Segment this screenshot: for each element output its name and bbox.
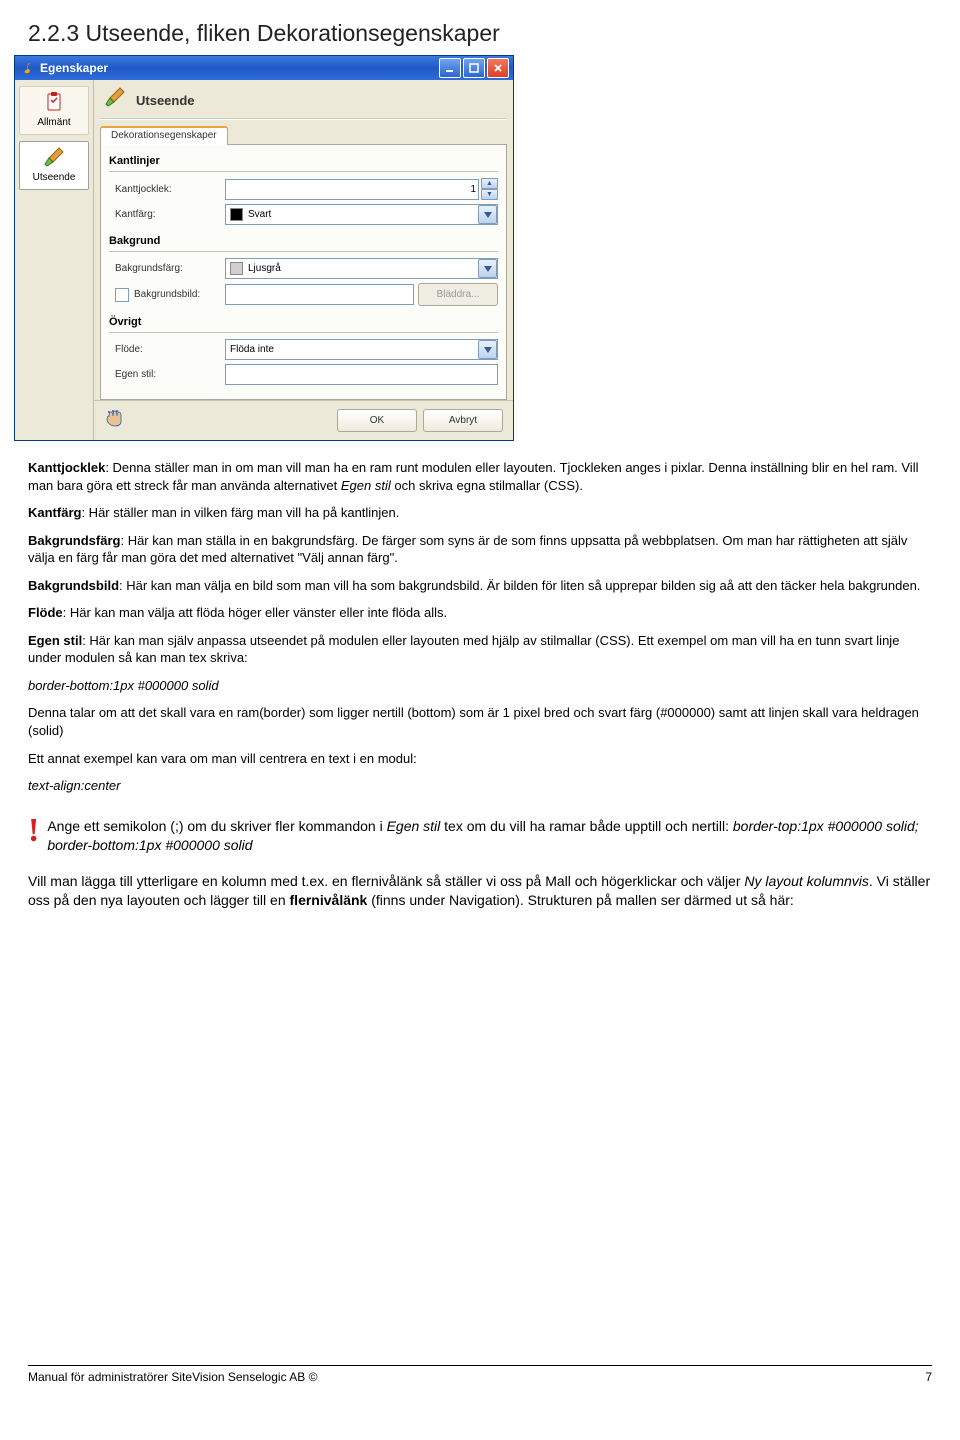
window-title: Egenskaper — [40, 61, 439, 75]
kantfarg-value: Svart — [248, 209, 271, 220]
properties-dialog: Egenskaper Allmänt Utsee — [14, 55, 514, 441]
term-kantfarg: Kantfärg — [28, 505, 81, 520]
titlebar[interactable]: Egenskaper — [15, 56, 513, 80]
paintbrush-icon — [102, 86, 128, 114]
text: (finns under Navigation). Strukturen på … — [367, 892, 793, 908]
exclamation-icon: ! — [28, 817, 39, 846]
fieldset-kantlinjer: Kantlinjer — [109, 155, 498, 167]
browse-button[interactable]: Bläddra... — [418, 283, 498, 306]
sidebar-item-allmant[interactable]: Allmänt — [19, 86, 89, 135]
term-bakgrundsbild: Bakgrundsbild — [28, 578, 119, 593]
sidebar-item-utseende[interactable]: Utseende — [19, 141, 89, 190]
page-number: 7 — [925, 1370, 932, 1384]
flode-select[interactable]: Flöda inte — [225, 339, 498, 360]
sidebar-item-label: Utseende — [33, 172, 76, 183]
kanttjocklek-value: 1 — [470, 184, 476, 195]
label-bakgrundsbild: Bakgrundsbild: — [134, 289, 200, 300]
code-example-2: text-align:center — [28, 778, 121, 793]
term-egenstil: Egen stil — [28, 633, 82, 648]
color-swatch-icon — [230, 262, 243, 275]
java-icon — [21, 61, 35, 75]
label-egenstil: Egen stil: — [109, 369, 225, 380]
text: : Här kan man välja en bild som man vill… — [119, 578, 920, 593]
tab-panel: Kantlinjer Kanttjocklek: 1 ▲ ▼ Kantfär — [100, 144, 507, 400]
kanttjocklek-input[interactable]: 1 — [225, 179, 479, 200]
close-button[interactable] — [487, 58, 509, 78]
label-flode: Flöde: — [109, 344, 225, 355]
term-ny-layout: Ny layout kolumnvis — [744, 873, 869, 889]
ok-button[interactable]: OK — [337, 409, 417, 432]
text: tex om du vill ha ramar både upptill och… — [440, 818, 733, 834]
chevron-down-icon[interactable] — [478, 259, 497, 278]
maximize-button[interactable] — [463, 58, 485, 78]
spinner-up-button[interactable]: ▲ — [481, 178, 498, 189]
bakgrundsfarg-value: Ljusgrå — [248, 263, 281, 274]
flode-value: Flöda inte — [230, 344, 274, 355]
term-egenstil-inline: Egen stil — [341, 478, 391, 493]
paragraph: Denna talar om att det skall vara en ram… — [28, 704, 932, 739]
label-bakgrundsfarg: Bakgrundsfärg: — [109, 263, 225, 274]
paragraph: Ett annat exempel kan vara om man vill c… — [28, 750, 932, 768]
document-body: Kanttjocklek: Denna ställer man in om ma… — [28, 459, 932, 910]
clipboard-icon — [38, 91, 70, 115]
kantfarg-select[interactable]: Svart — [225, 204, 498, 225]
term-egenstil-inline: Egen stil — [387, 818, 441, 834]
term-kanttjocklek: Kanttjocklek — [28, 460, 105, 475]
sidebar: Allmänt Utseende — [15, 80, 94, 440]
tab-dekorationsegenskaper[interactable]: Dekorationsegenskaper — [100, 126, 228, 145]
label-kanttjocklek: Kanttjocklek: — [109, 184, 225, 195]
egenstil-input[interactable] — [225, 364, 498, 385]
bakgrundsfarg-select[interactable]: Ljusgrå — [225, 258, 498, 279]
section-heading: 2.2.3 Utseende, fliken Dekorationsegensk… — [28, 20, 932, 47]
label-kantfarg: Kantfärg: — [109, 209, 225, 220]
paintbrush-icon — [38, 146, 70, 170]
term-bakgrundsfarg: Bakgrundsfärg — [28, 533, 120, 548]
text: : Här kan man ställa in en bakgrundsfärg… — [28, 533, 907, 566]
fieldset-bakgrund: Bakgrund — [109, 235, 498, 247]
term-flode: Flöde — [28, 605, 63, 620]
panel-title: Utseende — [136, 93, 195, 108]
text: och skriva egna stilmallar (CSS). — [391, 478, 583, 493]
text: : Här ställer man in vilken färg man vil… — [81, 505, 399, 520]
minimize-button[interactable] — [439, 58, 461, 78]
bakgrundsbild-input[interactable] — [225, 284, 414, 305]
term-flernivalank: flernivålänk — [290, 892, 368, 908]
chevron-down-icon[interactable] — [478, 205, 497, 224]
page-footer: Manual för administratörer SiteVision Se… — [28, 1365, 932, 1384]
alert-note: ! Ange ett semikolon (;) om du skriver f… — [28, 817, 932, 855]
bakgrundsbild-checkbox[interactable] — [115, 288, 129, 302]
spinner-down-button[interactable]: ▼ — [481, 189, 498, 200]
code-example-1: border-bottom:1px #000000 solid — [28, 678, 219, 693]
color-swatch-icon — [230, 208, 243, 221]
text: : Här kan man välja att flöda höger elle… — [63, 605, 447, 620]
text: Vill man lägga till ytterligare en kolum… — [28, 873, 744, 889]
text: Ange ett semikolon (;) om du skriver fle… — [47, 818, 386, 834]
hand-icon — [104, 409, 124, 432]
fieldset-ovrigt: Övrigt — [109, 316, 498, 328]
text: : Här kan man själv anpassa utseendet på… — [28, 633, 899, 666]
footer-left: Manual för administratörer SiteVision Se… — [28, 1370, 317, 1384]
chevron-down-icon[interactable] — [478, 340, 497, 359]
sidebar-item-label: Allmänt — [37, 117, 70, 128]
cancel-button[interactable]: Avbryt — [423, 409, 503, 432]
